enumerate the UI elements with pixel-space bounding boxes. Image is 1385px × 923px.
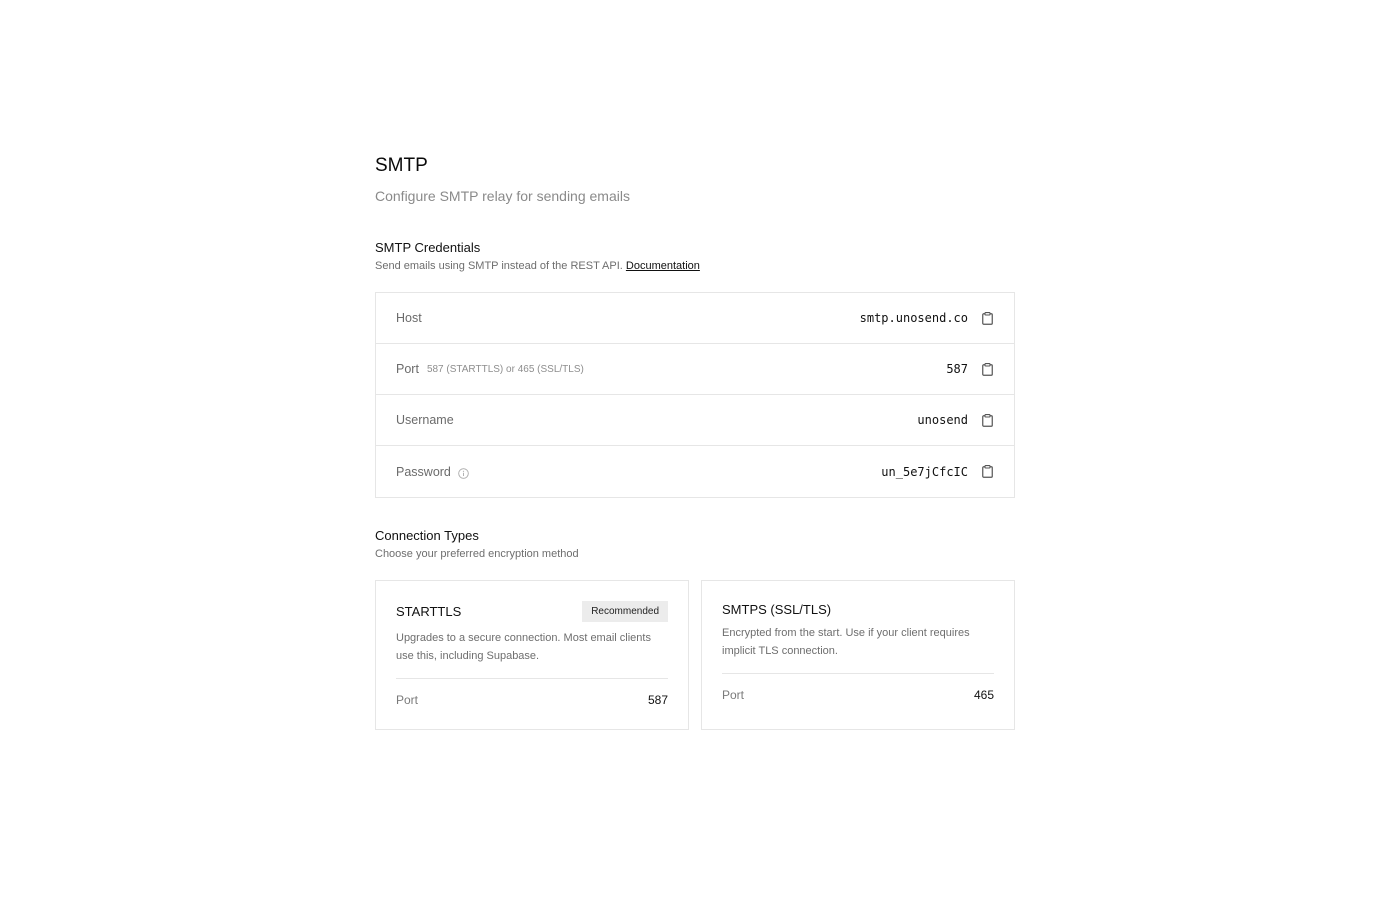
card-port-value: 465 — [973, 687, 994, 702]
credentials-description: Send emails using SMTP instead of the RE… — [375, 260, 623, 272]
section-desc-credentials: Send emails using SMTP instead of the RE… — [375, 259, 1015, 273]
copy-password-button[interactable] — [980, 464, 994, 480]
card-port-label: Port — [396, 692, 419, 707]
clipboard-icon — [981, 311, 993, 325]
username-label: Username — [396, 413, 454, 427]
port-label: Port — [396, 362, 419, 376]
card-port-label: Port — [722, 687, 745, 702]
credential-row-password: Password un_5e7jCfcIC — [376, 446, 1014, 497]
copy-username-button[interactable] — [980, 412, 994, 428]
card-desc-smtps: Encrypted from the start. Use if your cl… — [722, 627, 970, 657]
section-title-connection: Connection Types — [375, 528, 479, 543]
password-value: un_5e7jCfcIC — [881, 464, 968, 479]
username-value: unosend — [917, 413, 968, 427]
clipboard-icon — [981, 465, 993, 478]
card-port-row: Port 587 — [396, 679, 668, 720]
section-title-credentials: SMTP Credentials — [375, 240, 481, 255]
section-desc-connection: Choose your preferred encryption method — [375, 548, 579, 560]
card-desc-starttls: Upgrades to a secure connection. Most em… — [396, 632, 651, 662]
host-label: Host — [396, 311, 422, 325]
card-port-row: Port 465 — [722, 674, 994, 715]
smtp-page: SMTP Configure SMTP relay for sending em… — [375, 150, 1015, 730]
card-title-starttls: STARTTLS — [396, 604, 462, 619]
card-smtps[interactable]: SMTPS (SSL/TLS) Encrypted from the start… — [701, 580, 1015, 730]
password-label: Password — [396, 464, 451, 479]
recommended-badge: Recommended — [582, 601, 668, 622]
clipboard-icon — [981, 413, 993, 427]
card-port-value: 587 — [647, 692, 668, 707]
host-value: smtp.unosend.co — [859, 311, 968, 325]
page-title: SMTP — [375, 155, 428, 176]
clipboard-icon — [981, 362, 993, 376]
connection-types-section: Connection Types Choose your preferred e… — [375, 528, 1015, 730]
smtp-credentials-section: SMTP Credentials Send emails using SMTP … — [375, 240, 1015, 498]
port-hint: 587 (STARTTLS) or 465 (SSL/TLS) — [426, 363, 584, 375]
copy-host-button[interactable] — [980, 310, 994, 326]
port-value: 587 — [946, 362, 968, 376]
card-title-smtps: SMTPS (SSL/TLS) — [722, 602, 832, 617]
info-icon[interactable] — [458, 466, 469, 479]
credential-row-host: Host smtp.unosend.co — [376, 293, 1014, 344]
card-starttls[interactable]: STARTTLS Recommended Upgrades to a secur… — [375, 580, 689, 730]
card-header: STARTTLS Recommended — [396, 601, 668, 622]
credential-row-port: Port 587 (STARTTLS) or 465 (SSL/TLS) 587 — [376, 344, 1014, 395]
documentation-link[interactable]: Documentation — [626, 260, 700, 272]
connection-cards: STARTTLS Recommended Upgrades to a secur… — [375, 580, 1015, 730]
copy-port-button[interactable] — [980, 361, 994, 377]
card-header: SMTPS (SSL/TLS) — [722, 599, 994, 620]
credentials-table: Host smtp.unosend.co Port 587 (STARTTLS)… — [375, 292, 1015, 498]
page-subtitle: Configure SMTP relay for sending emails — [375, 188, 630, 204]
credential-row-username: Username unosend — [376, 395, 1014, 446]
